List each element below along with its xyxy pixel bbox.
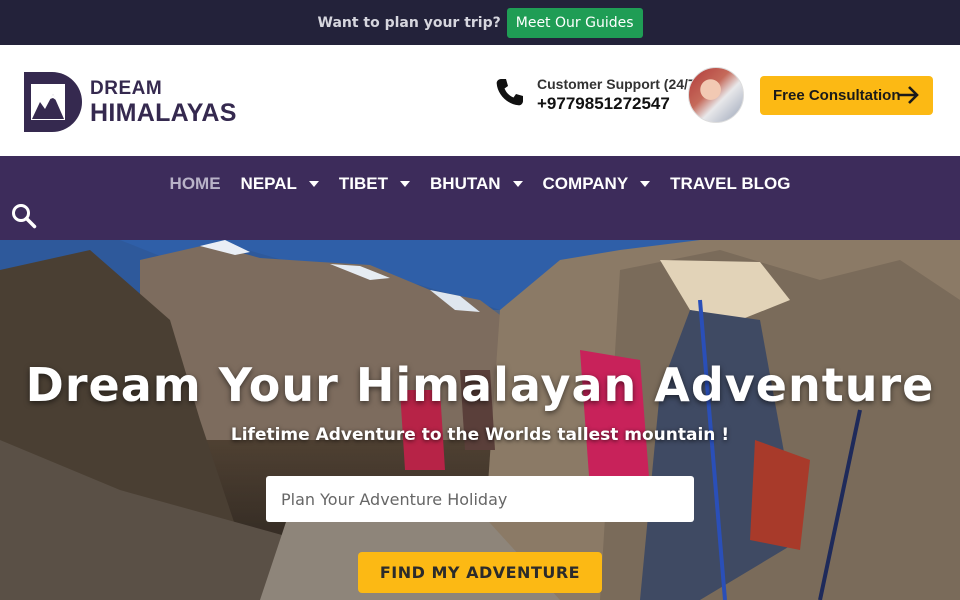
logo-text-dream: DREAM — [90, 78, 163, 99]
adventure-search-input[interactable] — [266, 476, 694, 522]
arrow-right-icon — [899, 86, 919, 104]
logo-text-himalayas: HIMALAYAS — [90, 99, 237, 127]
main-navigation: HOME NEPAL TIBET BHUTAN COMPANY TRAVEL B… — [0, 156, 960, 240]
hero-section: Dream Your Himalayan Adventure Lifetime … — [0, 240, 960, 600]
hero-title: Dream Your Himalayan Adventure — [25, 358, 935, 412]
support-agent-avatar — [688, 67, 744, 123]
promo-text: Want to plan your trip? — [317, 14, 501, 31]
nav-item-home[interactable]: HOME — [160, 174, 231, 194]
site-header: DREAM HIMALAYAS Customer Support (24/7) … — [0, 45, 960, 156]
nav-item-travel-blog[interactable]: TRAVEL BLOG — [660, 174, 800, 194]
hero-subtitle: Lifetime Adventure to the Worlds tallest… — [230, 425, 730, 445]
promo-bar: Want to plan your trip? Meet Our Guides — [0, 0, 960, 45]
chevron-down-icon — [308, 181, 319, 187]
hero-background-image — [0, 240, 960, 600]
customer-support: Customer Support (24/7) +9779851272547 — [537, 76, 700, 116]
nav-item-tibet[interactable]: TIBET — [329, 174, 420, 194]
nav-item-bhutan[interactable]: BHUTAN — [420, 174, 533, 194]
mountain-logo-icon — [24, 72, 82, 132]
phone-icon — [496, 79, 523, 106]
free-consultation-label: Free Consultation — [773, 87, 901, 104]
find-my-adventure-button[interactable]: FIND MY ADVENTURE — [358, 552, 602, 593]
support-label: Customer Support (24/7) — [537, 76, 701, 92]
search-icon[interactable] — [11, 203, 37, 229]
chevron-down-icon — [512, 181, 523, 187]
meet-guides-button[interactable]: Meet Our Guides — [506, 7, 643, 38]
site-logo[interactable]: DREAM HIMALAYAS — [22, 70, 242, 134]
nav-item-company[interactable]: COMPANY — [533, 174, 661, 194]
chevron-down-icon — [640, 181, 651, 187]
nav-item-nepal[interactable]: NEPAL — [231, 174, 329, 194]
support-phone-number[interactable]: +9779851272547 — [537, 92, 700, 116]
chevron-down-icon — [400, 181, 411, 187]
free-consultation-button[interactable]: Free Consultation — [760, 76, 933, 115]
